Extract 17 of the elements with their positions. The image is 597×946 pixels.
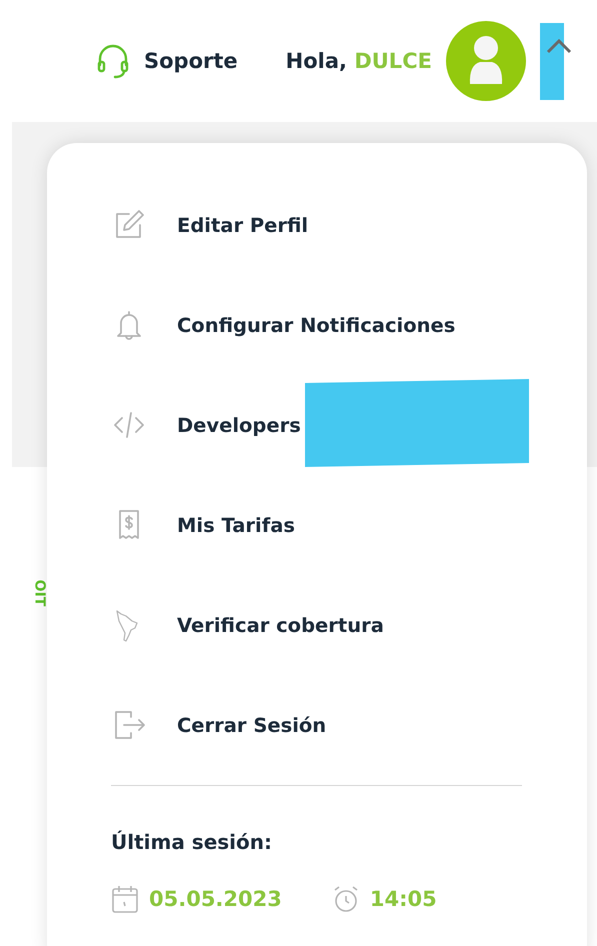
menu-item[interactable]: Mis Tarifas — [111, 505, 295, 545]
calendar-icon — [111, 884, 139, 914]
menu-item[interactable]: Cerrar Sesión — [111, 705, 326, 745]
menu-item[interactable]: Verificar cobertura — [111, 605, 384, 645]
session-time: 14:05 — [370, 887, 437, 911]
support-link[interactable]: Soporte — [144, 49, 238, 73]
menu-item[interactable]: Editar Perfil — [111, 205, 308, 245]
menu-item[interactable]: Developers — [111, 405, 301, 445]
menu-toggle-button[interactable] — [540, 22, 572, 100]
greeting-text: Hola, DULCE — [286, 49, 432, 73]
last-session-label: Última sesión: — [111, 830, 274, 854]
side-label: OIT — [31, 580, 48, 606]
session-date: 05.05.2023 — [149, 887, 282, 911]
menu-item[interactable]: Configurar Notificaciones — [111, 305, 456, 345]
alarm-clock-icon — [332, 884, 360, 914]
chevron-icon — [546, 37, 572, 55]
headset-icon — [96, 43, 130, 79]
